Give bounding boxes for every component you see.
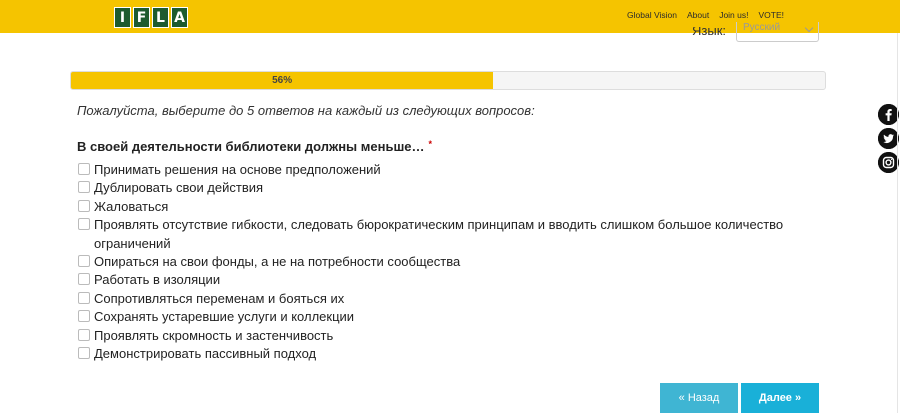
- logo-letter: I: [114, 7, 131, 28]
- question-title: В своей деятельности библиотеки должны м…: [77, 139, 432, 154]
- option-label: Принимать решения на основе предположени…: [94, 162, 381, 177]
- checkbox[interactable]: [78, 310, 90, 323]
- answer-option[interactable]: Проявлять скромность и застенчивость: [77, 327, 817, 345]
- checkbox[interactable]: [78, 347, 90, 360]
- nav-join-us[interactable]: Join us!: [719, 10, 748, 20]
- nav-about[interactable]: About: [687, 10, 709, 20]
- chevron-down-icon: [804, 23, 814, 33]
- language-selected-value: Русский: [743, 22, 781, 33]
- answer-option[interactable]: Работать в изоляции: [77, 271, 817, 289]
- answer-options: Принимать решения на основе предположени…: [77, 161, 817, 363]
- scrollbar-edge: [897, 33, 898, 413]
- checkbox[interactable]: [78, 181, 90, 194]
- logo-letter: L: [152, 7, 169, 28]
- answer-option[interactable]: Жаловаться: [77, 198, 817, 216]
- language-select[interactable]: Русский: [736, 22, 819, 42]
- answer-option[interactable]: Сопротивляться переменам и бояться их: [77, 290, 817, 308]
- checkbox[interactable]: [78, 273, 90, 286]
- facebook-icon[interactable]: [878, 104, 899, 125]
- answer-option[interactable]: Демонстрировать пассивный подход: [77, 345, 817, 363]
- back-button[interactable]: « Назад: [660, 383, 738, 413]
- language-label: Язык:: [692, 27, 726, 38]
- nav-global-vision[interactable]: Global Vision: [627, 10, 677, 20]
- progress-bar: 56%: [70, 71, 826, 90]
- option-label: Сопротивляться переменам и бояться их: [94, 290, 345, 306]
- option-label: Демонстрировать пассивный подход: [94, 346, 317, 362]
- option-label: Дублировать свои действия: [94, 180, 264, 196]
- next-button[interactable]: Далее »: [741, 383, 819, 413]
- checkbox[interactable]: [78, 291, 90, 304]
- answer-option[interactable]: Проявлять отсутствие гибкости, следовать…: [77, 216, 817, 253]
- progress-fill: 56%: [71, 72, 494, 89]
- progress-label: 56%: [272, 75, 293, 86]
- checkbox[interactable]: [78, 255, 90, 268]
- answer-option[interactable]: Принимать решения на основе предположени…: [77, 161, 817, 179]
- checkbox[interactable]: [78, 218, 90, 231]
- option-label: Жаловаться: [94, 198, 169, 214]
- logo-letter: F: [133, 7, 150, 28]
- option-label: Проявлять скромность и застенчивость: [94, 327, 334, 343]
- required-mark: *: [428, 139, 433, 149]
- answer-option[interactable]: Сохранять устаревшие услуги и коллекции: [77, 308, 817, 326]
- checkbox[interactable]: [78, 199, 90, 212]
- option-label: Опираться на свои фонды, а не на потребн…: [94, 254, 461, 270]
- twitter-icon[interactable]: [878, 128, 899, 149]
- answer-option[interactable]: Дублировать свои действия: [77, 179, 817, 197]
- checkbox[interactable]: [78, 163, 90, 175]
- option-label: Проявлять отсутствие гибкости, следовать…: [94, 217, 784, 251]
- instagram-icon[interactable]: [878, 152, 899, 173]
- top-nav: Global Vision About Join us! VOTE!: [627, 10, 784, 20]
- instructions-text: Пожалуйста, выберите до 5 ответов на каж…: [77, 103, 535, 118]
- logo-letter: A: [171, 7, 188, 28]
- answer-option[interactable]: Опираться на свои фонды, а не на потребн…: [77, 253, 817, 271]
- option-label: Работать в изоляции: [94, 272, 221, 288]
- option-label: Сохранять устаревшие услуги и коллекции: [94, 309, 355, 325]
- ifla-logo[interactable]: I F L A: [114, 7, 188, 28]
- checkbox[interactable]: [78, 328, 90, 341]
- question-title-text: В своей деятельности библиотеки должны м…: [77, 139, 425, 154]
- nav-vote[interactable]: VOTE!: [758, 10, 784, 20]
